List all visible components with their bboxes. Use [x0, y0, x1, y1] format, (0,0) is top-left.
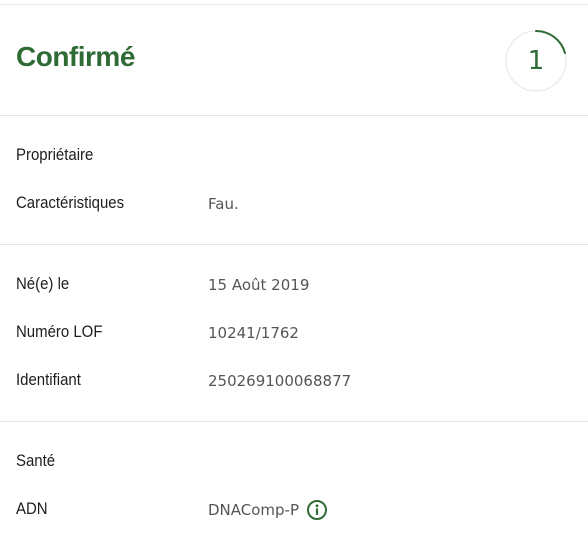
health-label: Santé [16, 451, 56, 470]
section-divider [0, 421, 588, 422]
birth-date-value: 15 Août 2019 [208, 276, 310, 294]
status-header: Confirmé 1 [0, 5, 588, 115]
birth-date-label: Né(e) le [16, 274, 70, 293]
lof-number-value: 10241/1762 [208, 324, 299, 342]
identifier-label: Identifiant [16, 370, 81, 389]
section-divider [0, 244, 588, 245]
section-divider [0, 115, 588, 116]
dog-profile-card: Confirmé 1 Propriétaire Caractéristiques… [0, 0, 588, 550]
info-icon[interactable] [306, 499, 328, 521]
owner-label: Propriétaire [16, 145, 94, 164]
dna-label: ADN [16, 499, 48, 518]
lof-number-label: Numéro LOF [16, 322, 103, 341]
identifier-value: 250269100068877 [208, 372, 352, 390]
traits-value: Fau. [208, 195, 239, 213]
traits-label: Caractéristiques [16, 193, 125, 212]
counter-value: 1 [527, 46, 545, 76]
status-title: Confirmé [16, 41, 135, 72]
dna-value: DNAComp-P [208, 501, 300, 519]
counter-badge: 1 [504, 29, 568, 93]
